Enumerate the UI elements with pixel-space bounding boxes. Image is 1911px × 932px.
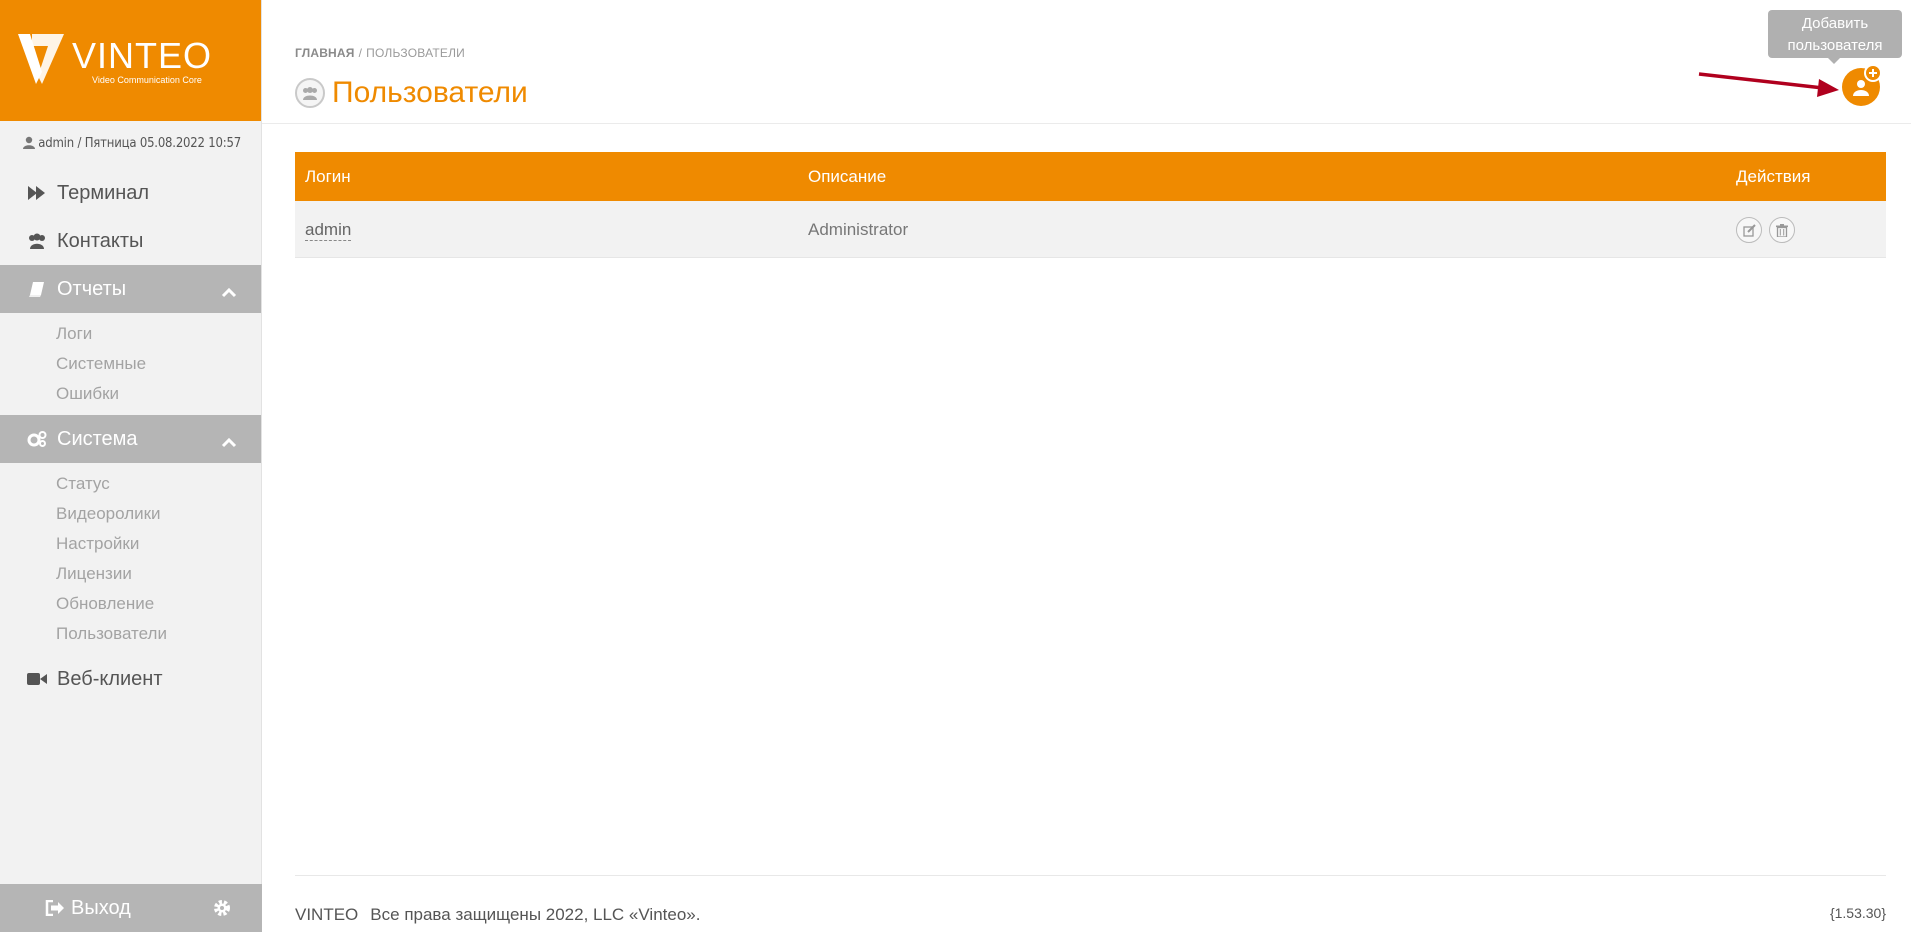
book-icon	[27, 279, 47, 299]
table-header: Логин Описание Действия	[295, 152, 1886, 201]
column-header-description: Описание	[808, 167, 887, 186]
page-title-text: Пользователи	[332, 76, 528, 109]
nav-system[interactable]: Система	[0, 415, 261, 463]
user-icon	[23, 123, 36, 169]
sub-item-logs[interactable]: Логи	[0, 319, 261, 349]
logo-tagline: Video Communication Core	[92, 75, 202, 85]
user-description: Administrator	[808, 220, 909, 239]
nav-web-client-label: Веб-клиент	[57, 667, 163, 690]
nav-system-label: Система	[57, 427, 138, 450]
fast-forward-icon	[27, 183, 47, 203]
add-user-tooltip: Добавить пользователя	[1768, 10, 1902, 64]
footer-divider	[295, 875, 1886, 876]
logout-button[interactable]: Выход	[45, 897, 131, 920]
annotation-arrow-icon	[1698, 72, 1839, 97]
user-info-text: admin / Пятница 05.08.2022 10:57	[38, 136, 241, 151]
chevron-up-icon[interactable]	[221, 281, 237, 304]
sub-item-licenses[interactable]: Лицензии	[0, 559, 261, 589]
edit-button[interactable]	[1736, 217, 1762, 243]
table-row: admin Administrator	[295, 201, 1886, 258]
user-info: admin / Пятница 05.08.2022 10:57	[0, 121, 261, 169]
system-submenu: Статус Видеоролики Настройки Лицензии Об…	[0, 463, 261, 655]
page-title: Пользователи	[295, 76, 528, 110]
nav-reports-label: Отчеты	[57, 277, 127, 300]
column-header-login: Логин	[305, 167, 351, 186]
user-login-link[interactable]: admin	[305, 220, 352, 241]
reports-submenu: Логи Системные Ошибки	[0, 313, 261, 415]
logo[interactable]: VINTEO Video Communication Core	[0, 0, 261, 121]
sign-out-icon	[45, 900, 64, 916]
footer-brand: VINTEO	[295, 905, 359, 924]
version-label: {1.53.30}	[1829, 905, 1886, 921]
edit-icon	[1742, 223, 1756, 237]
users-table: Логин Описание Действия admin Administra…	[295, 152, 1886, 258]
plus-icon	[1864, 64, 1882, 82]
sub-item-settings[interactable]: Настройки	[0, 529, 261, 559]
nav-web-client[interactable]: Веб-клиент	[0, 655, 261, 703]
video-camera-icon	[27, 669, 47, 689]
sidebar-footer: Выход	[0, 884, 262, 932]
sub-item-errors[interactable]: Ошибки	[0, 379, 261, 409]
tooltip-line-1: Добавить	[1801, 15, 1869, 32]
sub-item-system-logs[interactable]: Системные	[0, 349, 261, 379]
breadcrumb-current: ПОЛЬЗОВАТЕЛИ	[366, 46, 465, 60]
sidebar: VINTEO Video Communication Core admin / …	[0, 0, 262, 932]
footer: VINTEO Все права защищены 2022, LLC «Vint…	[295, 905, 700, 925]
trash-icon	[1776, 223, 1788, 237]
user-icon	[1853, 80, 1869, 96]
chevron-up-icon[interactable]	[221, 431, 237, 454]
breadcrumb-home[interactable]: ГЛАВНАЯ	[295, 46, 355, 60]
sub-item-users[interactable]: Пользователи	[0, 619, 261, 649]
nav-contacts-label: Контакты	[57, 229, 144, 252]
nav-terminal-label: Терминал	[57, 181, 150, 204]
delete-button[interactable]	[1769, 217, 1795, 243]
sub-item-videos[interactable]: Видеоролики	[0, 499, 261, 529]
vinteo-logo-icon: VINTEO Video Communication Core	[18, 34, 212, 85]
nav-reports[interactable]: Отчеты	[0, 265, 261, 313]
gear-icon[interactable]	[212, 898, 232, 924]
nav-terminal[interactable]: Терминал	[0, 169, 261, 217]
users-icon	[295, 78, 325, 108]
logo-brand: VINTEO	[72, 35, 212, 76]
sub-item-status[interactable]: Статус	[0, 469, 261, 499]
breadcrumb: ГЛАВНАЯ / ПОЛЬЗОВАТЕЛИ	[295, 46, 465, 60]
header-divider	[262, 123, 1911, 124]
logout-label: Выход	[71, 896, 131, 919]
tooltip-line-2: пользователя	[1787, 37, 1883, 54]
column-header-actions: Действия	[1736, 167, 1811, 186]
gears-icon	[27, 429, 47, 449]
sub-item-update[interactable]: Обновление	[0, 589, 261, 619]
nav-contacts[interactable]: Контакты	[0, 217, 261, 265]
add-user-button[interactable]	[1842, 64, 1882, 106]
contacts-icon	[27, 231, 47, 251]
footer-copyright: Все права защищены 2022, LLC «Vinteo».	[370, 905, 701, 924]
breadcrumb-separator: /	[358, 46, 363, 60]
